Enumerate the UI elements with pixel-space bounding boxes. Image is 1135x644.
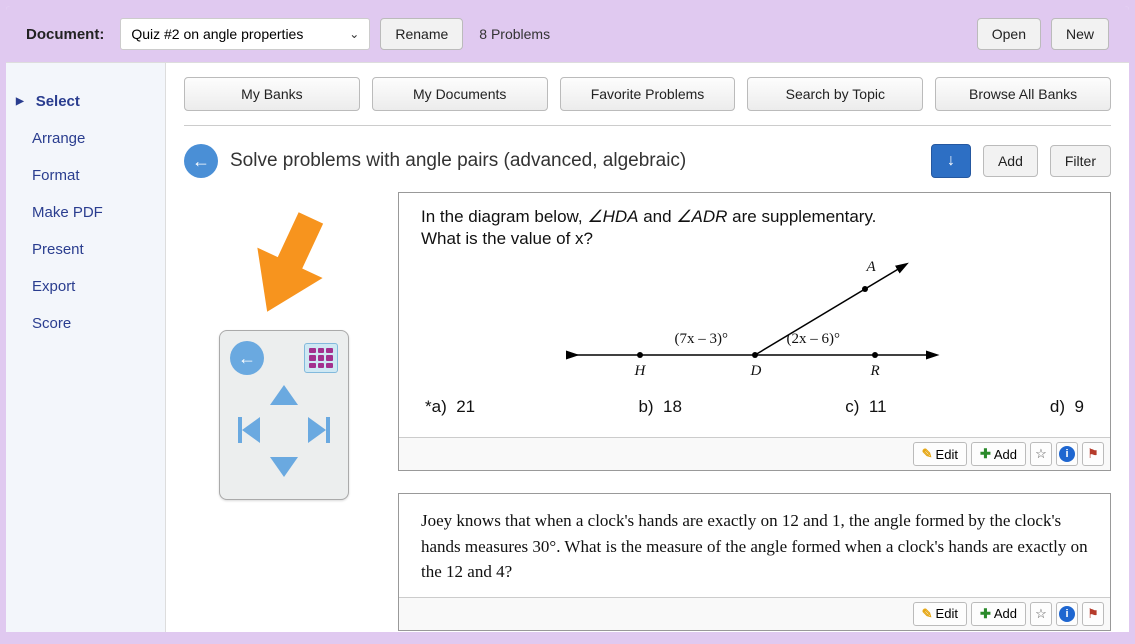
problem-actions: ✎Edit ✚Add ☆ i ⚑ — [399, 437, 1110, 470]
nav-next-button[interactable] — [308, 417, 330, 443]
favorite-button[interactable]: ☆ — [1030, 602, 1052, 626]
sidebar-item-make-pdf[interactable]: Make PDF — [6, 194, 165, 231]
document-select[interactable]: Quiz #2 on angle properties ⌄ — [120, 18, 370, 50]
info-button[interactable]: i — [1056, 602, 1078, 626]
add-button[interactable]: Add — [983, 145, 1038, 177]
tab-search-by-topic[interactable]: Search by Topic — [747, 77, 923, 111]
favorite-button[interactable]: ☆ — [1030, 442, 1052, 466]
tab-my-documents[interactable]: My Documents — [372, 77, 548, 111]
nav-up-button[interactable] — [270, 385, 298, 405]
edit-button[interactable]: ✎Edit — [913, 442, 967, 466]
problem-actions: ✎Edit ✚Add ☆ i ⚑ — [399, 597, 1110, 630]
navigator-widget: ← — [219, 330, 349, 500]
answer-choices: *a) 21 b) 18 c) 11 d) 9 — [421, 393, 1088, 427]
info-icon: i — [1059, 446, 1075, 462]
download-icon: ↓ — [947, 152, 955, 170]
tab-my-banks[interactable]: My Banks — [184, 77, 360, 111]
problem-text: In the diagram below, ∠HDA and ∠ADR are … — [421, 207, 1088, 227]
sidebar-item-present[interactable]: Present — [6, 231, 165, 268]
nav-grid-button[interactable] — [304, 343, 338, 373]
arrow-left-icon: ← — [238, 348, 256, 369]
problem-count: 8 Problems — [473, 26, 556, 42]
info-icon: i — [1059, 606, 1075, 622]
edit-button[interactable]: ✎Edit — [913, 602, 967, 626]
star-icon: ☆ — [1035, 606, 1047, 622]
document-name: Quiz #2 on angle properties — [131, 26, 303, 42]
expr-right: (2x – 6)° — [787, 331, 841, 348]
flag-icon: ⚑ — [1087, 606, 1099, 622]
problem-card: In the diagram below, ∠HDA and ∠ADR are … — [398, 192, 1111, 471]
flag-button[interactable]: ⚑ — [1082, 442, 1104, 466]
topbar: Document: Quiz #2 on angle properties ⌄ … — [6, 6, 1129, 62]
hint-column: ← — [184, 192, 384, 631]
problem-card: Joey knows that when a clock's hands are… — [398, 493, 1111, 631]
nav-back-button[interactable]: ← — [230, 341, 264, 375]
info-button[interactable]: i — [1056, 442, 1078, 466]
filter-button[interactable]: Filter — [1050, 145, 1111, 177]
problem-list: In the diagram below, ∠HDA and ∠ADR are … — [398, 192, 1111, 631]
document-label: Document: — [26, 26, 104, 43]
sidebar-item-score[interactable]: Score — [6, 305, 165, 342]
pointer-arrow-icon — [220, 196, 348, 334]
tab-row: My Banks My Documents Favorite Problems … — [184, 77, 1111, 126]
label-A: A — [867, 259, 876, 276]
open-button[interactable]: Open — [977, 18, 1041, 50]
flag-button[interactable]: ⚑ — [1082, 602, 1104, 626]
nav-down-button[interactable] — [270, 457, 298, 477]
label-D: D — [751, 363, 762, 380]
problem-question: What is the value of x? — [421, 229, 1088, 249]
download-button[interactable]: ↓ — [931, 144, 971, 178]
pencil-icon: ✎ — [922, 446, 933, 462]
sidebar-item-select[interactable]: Select — [6, 83, 165, 120]
expr-left: (7x – 3)° — [675, 331, 729, 348]
back-button[interactable]: ← — [184, 144, 218, 178]
nav-dpad — [234, 381, 334, 481]
label-H: H — [635, 363, 646, 380]
problem-text: Joey knows that when a clock's hands are… — [421, 508, 1088, 585]
tab-browse-all-banks[interactable]: Browse All Banks — [935, 77, 1111, 111]
plus-icon: ✚ — [980, 606, 991, 622]
label-R: R — [871, 363, 880, 380]
chevron-down-icon: ⌄ — [349, 27, 359, 41]
pencil-icon: ✎ — [922, 606, 933, 622]
new-button[interactable]: New — [1051, 18, 1109, 50]
tab-favorite-problems[interactable]: Favorite Problems — [560, 77, 736, 111]
flag-icon: ⚑ — [1087, 446, 1099, 462]
sidebar-item-export[interactable]: Export — [6, 268, 165, 305]
rename-button[interactable]: Rename — [380, 18, 463, 50]
main-panel: My Banks My Documents Favorite Problems … — [166, 63, 1129, 632]
sidebar: Select Arrange Format Make PDF Present E… — [6, 63, 166, 632]
add-problem-button[interactable]: ✚Add — [971, 602, 1026, 626]
page-title: Solve problems with angle pairs (advance… — [230, 150, 919, 172]
arrow-left-icon: ← — [192, 151, 210, 172]
sidebar-item-format[interactable]: Format — [6, 157, 165, 194]
sidebar-item-arrange[interactable]: Arrange — [6, 120, 165, 157]
title-bar: ← Solve problems with angle pairs (advan… — [184, 144, 1111, 178]
plus-icon: ✚ — [980, 446, 991, 462]
add-problem-button[interactable]: ✚Add — [971, 442, 1026, 466]
star-icon: ☆ — [1035, 446, 1047, 462]
nav-prev-button[interactable] — [238, 417, 260, 443]
angle-diagram: A H D R (7x – 3)° (2x – 6)° — [545, 255, 965, 385]
